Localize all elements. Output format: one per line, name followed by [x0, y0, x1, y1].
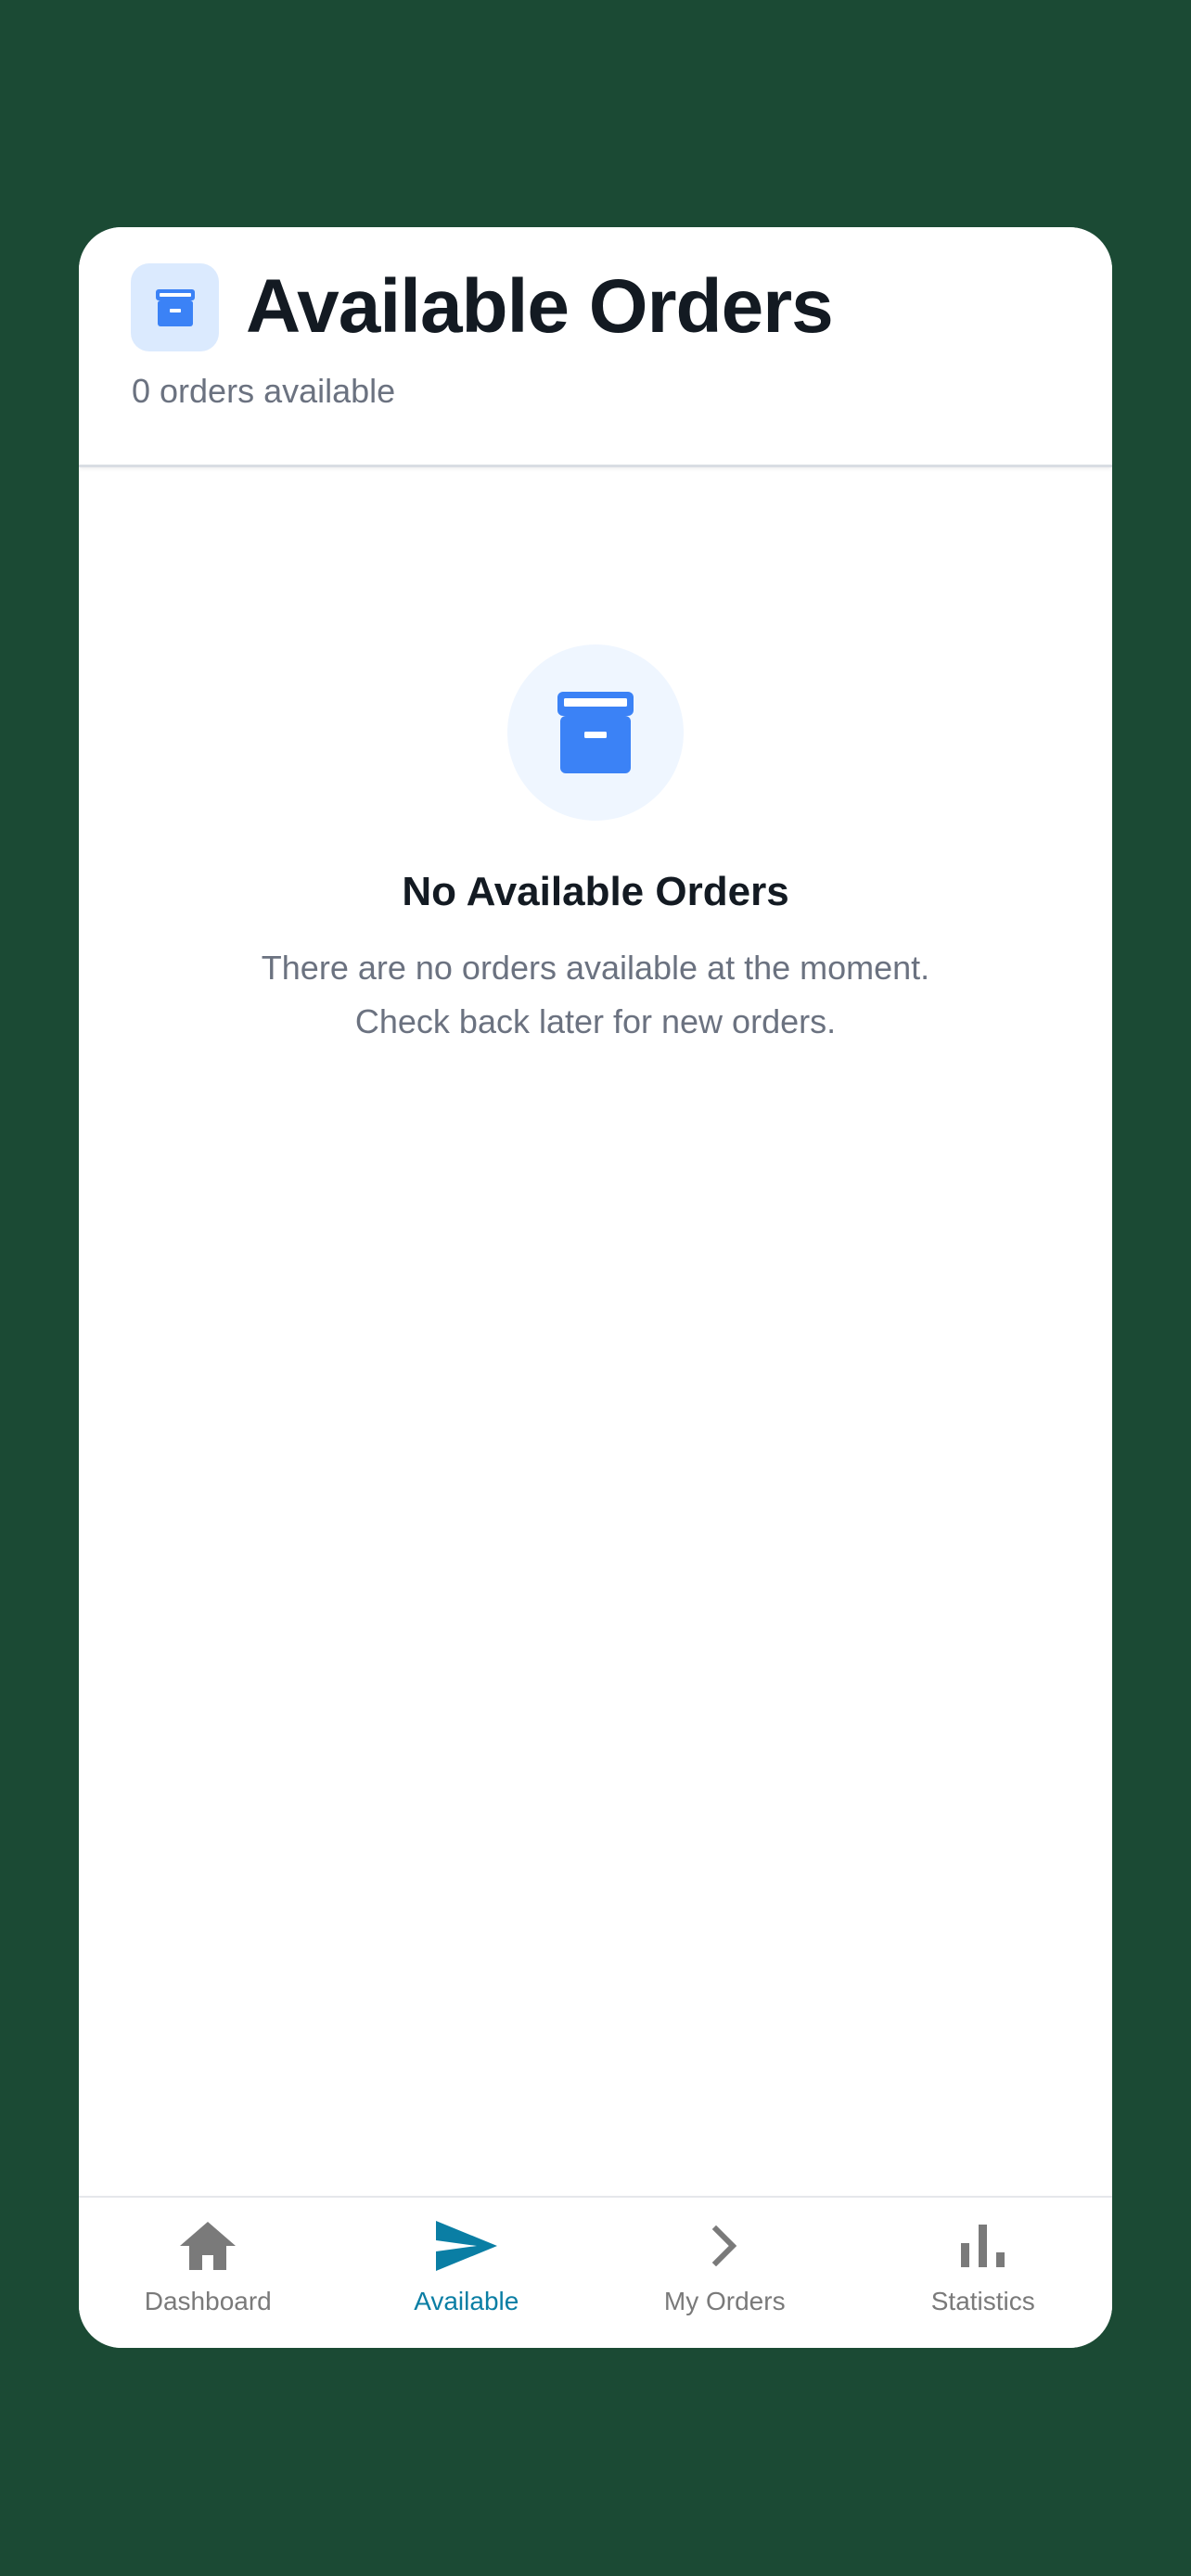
tab-available[interactable]: Available	[338, 2198, 596, 2348]
send-icon	[435, 2221, 497, 2271]
archive-box-icon	[557, 692, 634, 773]
tab-statistics[interactable]: Statistics	[854, 2198, 1113, 2348]
app-screen: Available Orders 0 orders available No A…	[79, 227, 1112, 2348]
empty-state-title: No Available Orders	[402, 869, 789, 914]
empty-state-message: There are no orders available at the mom…	[261, 949, 930, 987]
tab-statistics-label: Statistics	[930, 2287, 1035, 2315]
empty-state-icon-circle	[507, 644, 684, 821]
tab-dashboard[interactable]: Dashboard	[79, 2198, 338, 2348]
tab-available-label: Available	[414, 2287, 519, 2315]
archive-box-icon	[155, 288, 195, 326]
empty-state-hint: Check back later for new orders.	[354, 1002, 837, 1040]
orders-count: 0 orders available	[132, 372, 396, 410]
bar-chart-icon	[960, 2225, 1005, 2267]
chevron-right-icon	[712, 2225, 737, 2266]
home-icon	[180, 2222, 237, 2270]
tab-my-orders-label: My Orders	[663, 2287, 786, 2315]
bottom-tab-bar: Dashboard Available My Orders Statistics	[79, 2196, 1112, 2348]
header-icon-badge	[131, 263, 219, 351]
page-header: Available Orders 0 orders available	[79, 227, 1112, 467]
tab-dashboard-label: Dashboard	[144, 2287, 272, 2315]
page-title: Available Orders	[246, 264, 834, 349]
tab-my-orders[interactable]: My Orders	[596, 2198, 854, 2348]
